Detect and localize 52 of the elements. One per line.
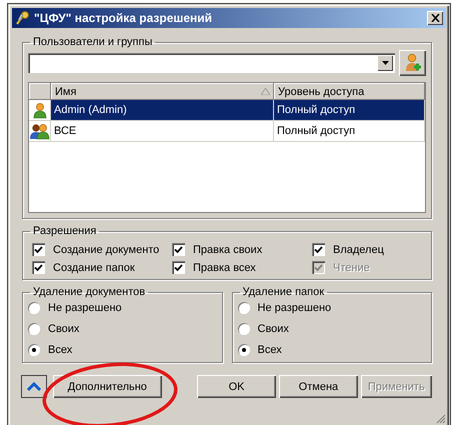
group-title: Удаление документов: [32, 286, 146, 298]
checkbox[interactable]: [172, 243, 185, 256]
key-icon: [15, 10, 31, 26]
column-header: [29, 83, 51, 100]
group-title: Удаление папок: [242, 286, 326, 298]
group-title: Пользователи и группы: [32, 36, 154, 48]
close-icon: [430, 14, 440, 22]
radio-button[interactable]: [238, 302, 250, 314]
table-cell: Admin (Admin): [51, 100, 274, 121]
checkbox[interactable]: [312, 243, 325, 256]
checkbox[interactable]: [32, 243, 45, 256]
radio-label: Всех: [48, 344, 72, 356]
checkbox[interactable]: [32, 261, 45, 274]
table-cell: Полный доступ: [274, 100, 425, 121]
column-header[interactable]: Имя: [51, 83, 274, 100]
dropdown-arrow-icon: [382, 61, 388, 65]
close-button[interactable]: [427, 11, 443, 25]
table-cell: Полный доступ: [274, 121, 425, 142]
radio-button[interactable]: [28, 302, 40, 314]
checkbox-label: Создание документо: [53, 244, 160, 256]
radio-button[interactable]: [28, 344, 40, 356]
radio-label: Всех: [258, 344, 282, 356]
dialog-button[interactable]: OK: [196, 375, 276, 398]
user-icon: [32, 102, 46, 118]
resize-grip-icon[interactable]: [435, 413, 446, 424]
table-row[interactable]: Admin (Admin) Полный доступ: [29, 100, 425, 121]
checkbox[interactable]: [172, 261, 185, 274]
table-cell: ВСЕ: [51, 121, 274, 142]
radio-label: Своих: [258, 323, 289, 335]
checkbox-label: Чтение: [333, 262, 370, 274]
users-icon: [30, 122, 50, 140]
radio-label: Не разрешено: [258, 302, 332, 314]
radio-button[interactable]: [28, 323, 40, 335]
add-user-button[interactable]: [399, 50, 426, 76]
dialog-button[interactable]: Отмена: [279, 375, 358, 398]
radio-button[interactable]: [238, 323, 250, 335]
user-combo-box[interactable]: [28, 53, 395, 73]
window-title: "ЦФУ" настройка разрешений: [34, 11, 214, 25]
column-header[interactable]: Уровень доступа: [274, 83, 425, 100]
checkbox-label: Создание папок: [53, 262, 135, 274]
checkbox-label: Правка всех: [193, 262, 256, 274]
chevron-up-icon: [26, 382, 41, 392]
checkbox-label: Правка своих: [193, 244, 262, 256]
radio-button[interactable]: [238, 344, 250, 356]
collapse-button[interactable]: [21, 375, 47, 398]
checkbox-label: Владелец: [333, 244, 384, 256]
add-user-icon: [404, 53, 422, 73]
dialog-button[interactable]: Дополнительно: [52, 375, 162, 398]
radio-label: Своих: [48, 323, 80, 335]
table-row[interactable]: ВСЕ Полный доступ: [29, 121, 425, 142]
radio-label: Не разрешено: [48, 302, 122, 314]
group-title: Разрешения: [32, 225, 98, 237]
